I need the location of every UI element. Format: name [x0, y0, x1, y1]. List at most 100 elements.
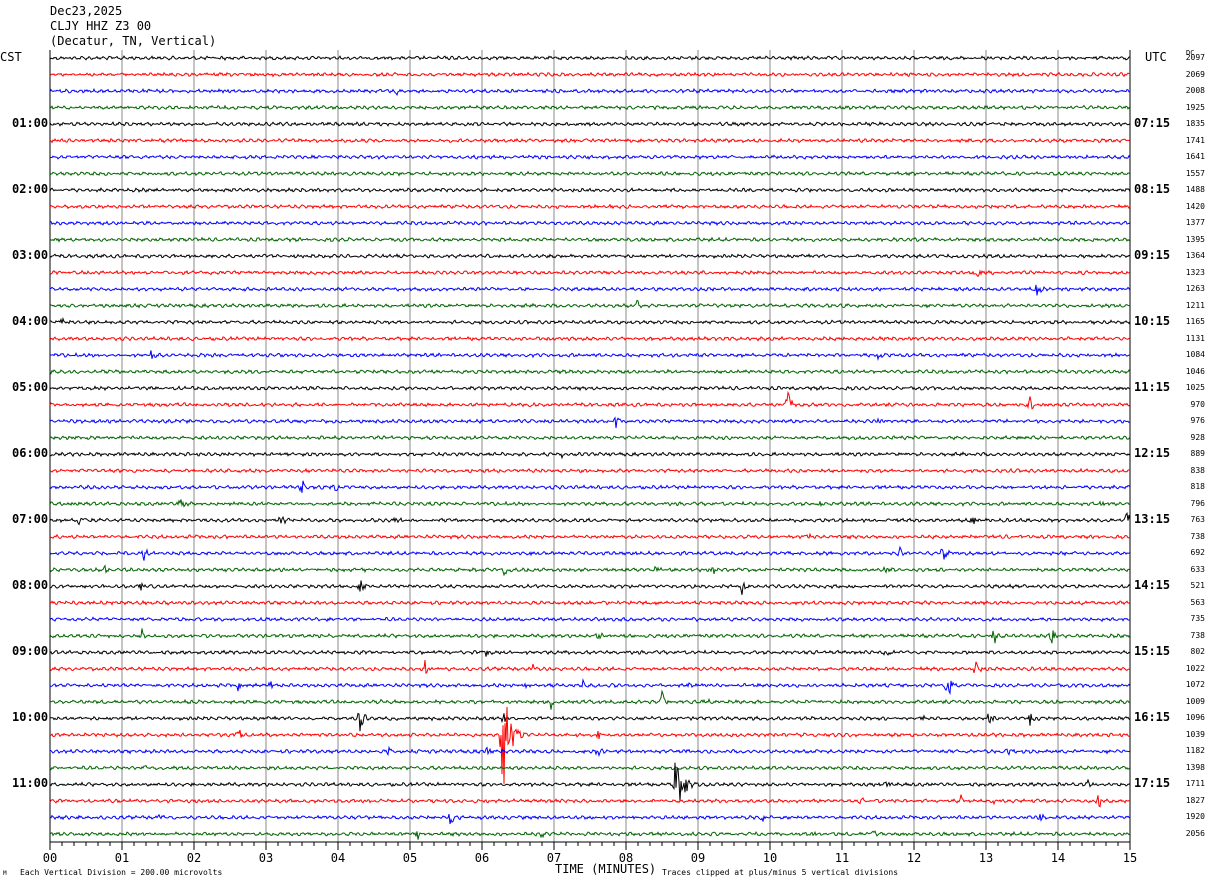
utc-hour-label: 12:15 [1134, 446, 1171, 461]
seismic-trace [49, 121, 1131, 127]
cst-hour-label: 02:00 [12, 182, 49, 197]
seismic-trace [49, 187, 1131, 193]
scale-note: Each Vertical Division = 200.00 microvol… [20, 868, 223, 877]
dc-offset-label: 1072 [1185, 680, 1205, 690]
seismic-trace [49, 137, 1131, 144]
seismic-trace [49, 830, 1131, 840]
dc-offset-label: 2008 [1185, 86, 1205, 96]
seismic-trace [49, 284, 1131, 296]
cst-hour-label: 08:00 [12, 578, 49, 593]
x-tick-label: 15 [1123, 851, 1137, 865]
seismic-trace [49, 499, 1131, 508]
dc-offset-label: 1488 [1185, 185, 1205, 195]
seismic-trace [49, 385, 1131, 392]
seismic-trace [49, 335, 1131, 342]
cst-hour-label: 04:00 [12, 314, 49, 329]
dc-offset-label: 1131 [1185, 333, 1205, 343]
clip-note: Traces clipped at plus/minus 5 vertical … [662, 868, 899, 877]
dc-offset-label: 763 [1190, 515, 1205, 525]
dc-offset-label: 1557 [1185, 168, 1205, 178]
seismic-trace [49, 512, 1131, 526]
seismic-trace [49, 170, 1131, 177]
seismic-trace [49, 350, 1131, 362]
dc-offset-label: 1165 [1185, 317, 1205, 327]
cst-hour-label: 07:00 [12, 512, 49, 527]
utc-hour-label: 08:15 [1134, 182, 1171, 197]
dc-offset-label: 802 [1190, 647, 1205, 657]
seismic-trace [49, 451, 1131, 460]
helicorder-plot: 00 01 02 03 04 05 06 07 08 09 10 11 12 13 14 15 [43, 50, 1137, 865]
seismic-trace [49, 599, 1131, 606]
utc-hour-label: 15:15 [1134, 644, 1171, 659]
dc-offset-label: 2056 [1185, 828, 1205, 838]
dc-offset-label: 1096 [1185, 713, 1205, 723]
seismic-trace [49, 616, 1130, 623]
dc-offset-label: 2097 [1185, 53, 1205, 62]
seismic-trace [49, 794, 1131, 808]
cst-hour-label: 09:00 [12, 644, 49, 659]
cst-hour-label: 06:00 [12, 446, 49, 461]
seismic-trace [49, 299, 1131, 309]
seismic-trace [49, 253, 1131, 259]
dc-offset-label: 738 [1190, 630, 1205, 640]
seismic-trace [49, 480, 1131, 493]
x-tick-label: 13 [979, 851, 993, 865]
cst-hour-label: 01:00 [12, 116, 49, 131]
dc-offset-label: 563 [1190, 597, 1205, 607]
seismic-trace [49, 368, 1131, 375]
corner-mark: M [3, 870, 7, 877]
dc-offset-label: 976 [1190, 416, 1205, 426]
seismic-trace [49, 745, 1131, 758]
dc-offset-label: 1323 [1185, 267, 1205, 277]
cst-hour-label: 03:00 [12, 248, 49, 263]
dc-offset-label: 1009 [1185, 696, 1205, 706]
utc-hour-label: 07:15 [1134, 116, 1171, 131]
dc-offset-label: 1925 [1185, 102, 1205, 112]
seismic-trace [49, 55, 1131, 61]
dc-offset-label: 1182 [1185, 746, 1205, 756]
dc-offset-label: 928 [1190, 432, 1205, 442]
dc-offset-label: 1211 [1185, 300, 1205, 310]
dc-offset-label: 1377 [1185, 218, 1205, 228]
x-tick-label: 12 [907, 851, 921, 865]
seismic-trace [49, 532, 1131, 540]
cst-hour-label: 05:00 [12, 380, 49, 395]
dc-offset-label: 1364 [1185, 251, 1205, 261]
dc-offset-label: 1263 [1185, 284, 1205, 294]
dc-offset-label: 1641 [1185, 152, 1205, 162]
x-tick-label: 11 [835, 851, 849, 865]
dc-offset-label: 521 [1190, 581, 1205, 591]
seismic-trace [49, 316, 1131, 326]
dc-offset-label: 1025 [1185, 383, 1205, 393]
x-tick-label: 01 [115, 851, 129, 865]
seismic-trace [49, 580, 1131, 595]
x-tick-label: 06 [475, 851, 489, 865]
seismic-trace [49, 649, 1131, 657]
utc-hour-label: 09:15 [1134, 248, 1171, 263]
dc-offset-label: 1084 [1185, 350, 1205, 360]
dc-offset-label: 1395 [1185, 234, 1205, 244]
dc-offset-label: 838 [1190, 465, 1205, 475]
utc-hour-label: 11:15 [1134, 380, 1171, 395]
x-tick-label: 04 [331, 851, 345, 865]
seismic-trace [49, 104, 1131, 111]
seismic-trace [49, 564, 1131, 577]
seismic-trace [49, 764, 1131, 771]
seismic-trace [49, 269, 1131, 278]
dc-offset-label: 1046 [1185, 366, 1205, 376]
dc-offset-label: 818 [1190, 482, 1205, 492]
utc-hour-label: 10:15 [1134, 314, 1171, 329]
dc-offset-label: 633 [1190, 564, 1205, 574]
utc-hour-label: 13:15 [1134, 512, 1171, 527]
dc-offset-label: 692 [1190, 548, 1205, 558]
x-tick-label: 00 [43, 851, 57, 865]
x-axis-title: TIME (MINUTES) [555, 862, 657, 876]
dc-offset-label: 2069 [1185, 69, 1205, 79]
seismic-trace [49, 628, 1131, 644]
x-tick-label: 14 [1051, 851, 1065, 865]
cst-axis-title: CST [0, 50, 22, 64]
dc-offset-label: 1398 [1185, 762, 1205, 772]
seismic-trace [49, 467, 1131, 474]
utc-hour-label: 16:15 [1134, 710, 1171, 725]
dc-offset-label: 1420 [1185, 201, 1205, 211]
